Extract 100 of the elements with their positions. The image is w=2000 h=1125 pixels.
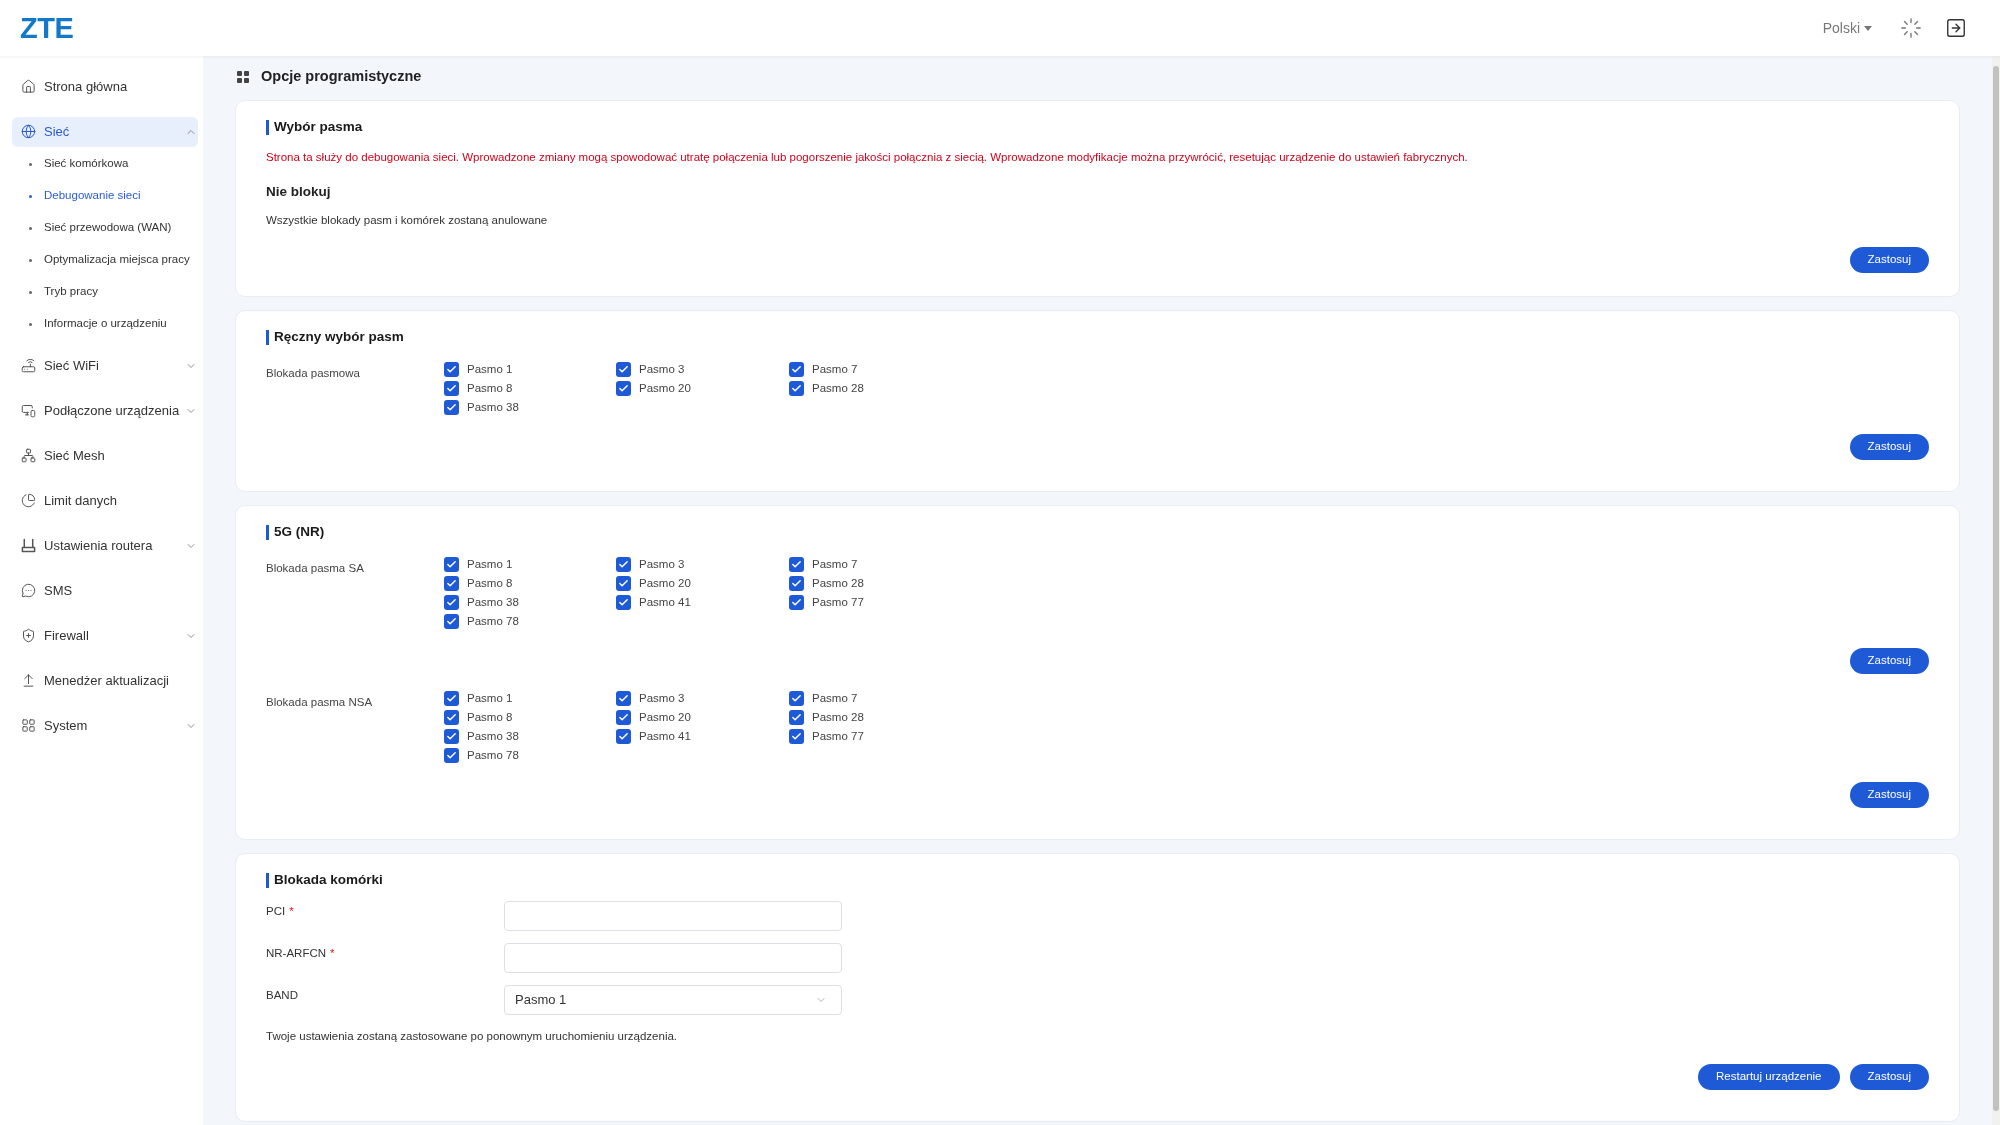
checkbox-label: Pasmo 28 xyxy=(812,380,864,396)
select-field[interactable]: Pasmo 1 xyxy=(504,985,842,1015)
checkbox[interactable] xyxy=(616,381,631,396)
input-field[interactable] xyxy=(504,943,842,973)
sidebar-item[interactable]: Firewall xyxy=(12,620,198,651)
check-icon xyxy=(618,731,629,742)
checkbox[interactable] xyxy=(444,362,459,377)
page-title: Opcje programistyczne xyxy=(261,67,422,87)
sidebar-subitem[interactable]: Informacje o urządzeniu xyxy=(29,315,167,333)
check-icon xyxy=(446,693,457,704)
warning-text: Strona ta służy do debugowania sieci. Wprowadzone zmiany mogą spowodować utratę połączenia lub pogorszenie jakości połącznia z siecią. Wprowadzone modyfikacje można przywrócić, resetując urządzenie do ustawień fabrycznych. xyxy=(266,150,1469,165)
check-icon xyxy=(791,597,802,608)
checkbox[interactable] xyxy=(444,595,459,610)
checkbox[interactable] xyxy=(789,557,804,572)
check-icon xyxy=(618,693,629,704)
checkbox[interactable] xyxy=(616,557,631,572)
checkbox[interactable] xyxy=(444,710,459,725)
sidebar-item[interactable]: Sieć WiFi xyxy=(12,350,198,381)
checkbox[interactable] xyxy=(789,576,804,591)
sidebar-item[interactable]: System xyxy=(12,710,198,741)
section-title: 5G (NR) xyxy=(274,524,325,540)
checkbox[interactable] xyxy=(616,362,631,377)
checkbox[interactable] xyxy=(789,691,804,706)
scrollbar-thumb[interactable] xyxy=(1993,66,1999,1111)
sidebar-item[interactable]: Menedżer aktualizacji xyxy=(12,665,198,696)
check-icon xyxy=(446,402,457,413)
apply-button[interactable]: Zastosuj xyxy=(1849,247,1929,273)
shield-icon xyxy=(21,628,36,643)
sidebar-item[interactable]: Strona główna xyxy=(12,71,198,102)
upload-icon xyxy=(21,673,36,688)
check-icon xyxy=(446,364,457,375)
sidebar-item[interactable]: Ustawienia routera xyxy=(12,530,198,561)
sidebar-item[interactable]: Sieć Mesh xyxy=(12,440,198,471)
check-icon xyxy=(446,616,457,627)
check-icon xyxy=(791,712,802,723)
checkbox-label: Pasmo 41 xyxy=(639,728,691,744)
checkbox[interactable] xyxy=(444,729,459,744)
checkbox[interactable] xyxy=(444,748,459,763)
check-icon xyxy=(791,364,802,375)
checkbox-label: Pasmo 28 xyxy=(812,575,864,591)
checkbox-label: Pasmo 7 xyxy=(812,361,858,377)
checkbox-label: Pasmo 8 xyxy=(467,380,513,396)
sidebar-item[interactable]: SMS xyxy=(12,575,198,606)
checkbox[interactable] xyxy=(616,691,631,706)
checkbox[interactable] xyxy=(444,691,459,706)
checkbox[interactable] xyxy=(616,595,631,610)
checkbox-label: Pasmo 3 xyxy=(639,361,685,377)
sidebar-subitem[interactable]: Optymalizacja miejsca pracy xyxy=(29,251,190,269)
bullet-icon xyxy=(29,258,32,262)
sidebar-subitem[interactable]: Sieć przewodowa (WAN) xyxy=(29,219,172,237)
input-field[interactable] xyxy=(504,901,842,931)
checkbox[interactable] xyxy=(789,362,804,377)
checkbox[interactable] xyxy=(444,557,459,572)
checkbox[interactable] xyxy=(789,595,804,610)
action-button[interactable]: Zastosuj xyxy=(1849,1064,1929,1090)
devices-icon xyxy=(21,403,36,418)
apply-button[interactable]: Zastosuj xyxy=(1849,782,1929,808)
grid-icon xyxy=(21,718,36,733)
sidebar-subitem[interactable]: Debugowanie sieci xyxy=(29,187,141,205)
check-icon xyxy=(446,750,457,761)
checkbox[interactable] xyxy=(444,576,459,591)
required-mark: * xyxy=(330,946,335,961)
checkbox[interactable] xyxy=(616,576,631,591)
sidebar-item[interactable]: Limit danych xyxy=(12,485,198,516)
check-icon xyxy=(791,383,802,394)
logout-icon[interactable] xyxy=(1945,17,1967,39)
checkbox-label: Pasmo 78 xyxy=(467,613,519,629)
action-button[interactable]: Restartuj urządzenie xyxy=(1698,1064,1840,1090)
caret-icon xyxy=(1864,25,1872,31)
language-dropdown[interactable]: Polski xyxy=(1822,17,1872,39)
pie-chart-icon xyxy=(21,493,36,508)
checkbox[interactable] xyxy=(789,381,804,396)
bullet-icon xyxy=(29,226,32,230)
grid-icon xyxy=(237,71,249,83)
sidebar-subitem[interactable]: Tryb pracy xyxy=(29,283,98,301)
checkbox-label: Pasmo 20 xyxy=(639,709,691,725)
accent-bar xyxy=(266,329,269,345)
checkbox-label: Pasmo 38 xyxy=(467,594,519,610)
router-icon xyxy=(21,538,36,553)
apply-button[interactable]: Zastosuj xyxy=(1849,648,1929,674)
check-icon xyxy=(446,712,457,723)
check-icon xyxy=(618,559,629,570)
spinner-icon[interactable] xyxy=(1900,17,1922,39)
sidebar-item[interactable]: Sieć xyxy=(12,116,198,147)
checkbox[interactable] xyxy=(789,729,804,744)
bullet-icon xyxy=(29,162,32,166)
checkbox-label: Pasmo 28 xyxy=(812,709,864,725)
check-icon xyxy=(446,383,457,394)
globe-icon xyxy=(21,124,36,139)
checkbox[interactable] xyxy=(444,381,459,396)
apply-button[interactable]: Zastosuj xyxy=(1849,434,1929,460)
sidebar-item[interactable]: Podłączone urządzenia xyxy=(12,395,198,426)
checkbox-label: Pasmo 77 xyxy=(812,594,864,610)
checkbox[interactable] xyxy=(444,400,459,415)
checkbox[interactable] xyxy=(789,710,804,725)
check-icon xyxy=(618,383,629,394)
checkbox[interactable] xyxy=(616,710,631,725)
checkbox[interactable] xyxy=(444,614,459,629)
sidebar-subitem[interactable]: Sieć komórkowa xyxy=(29,155,129,173)
checkbox[interactable] xyxy=(616,729,631,744)
